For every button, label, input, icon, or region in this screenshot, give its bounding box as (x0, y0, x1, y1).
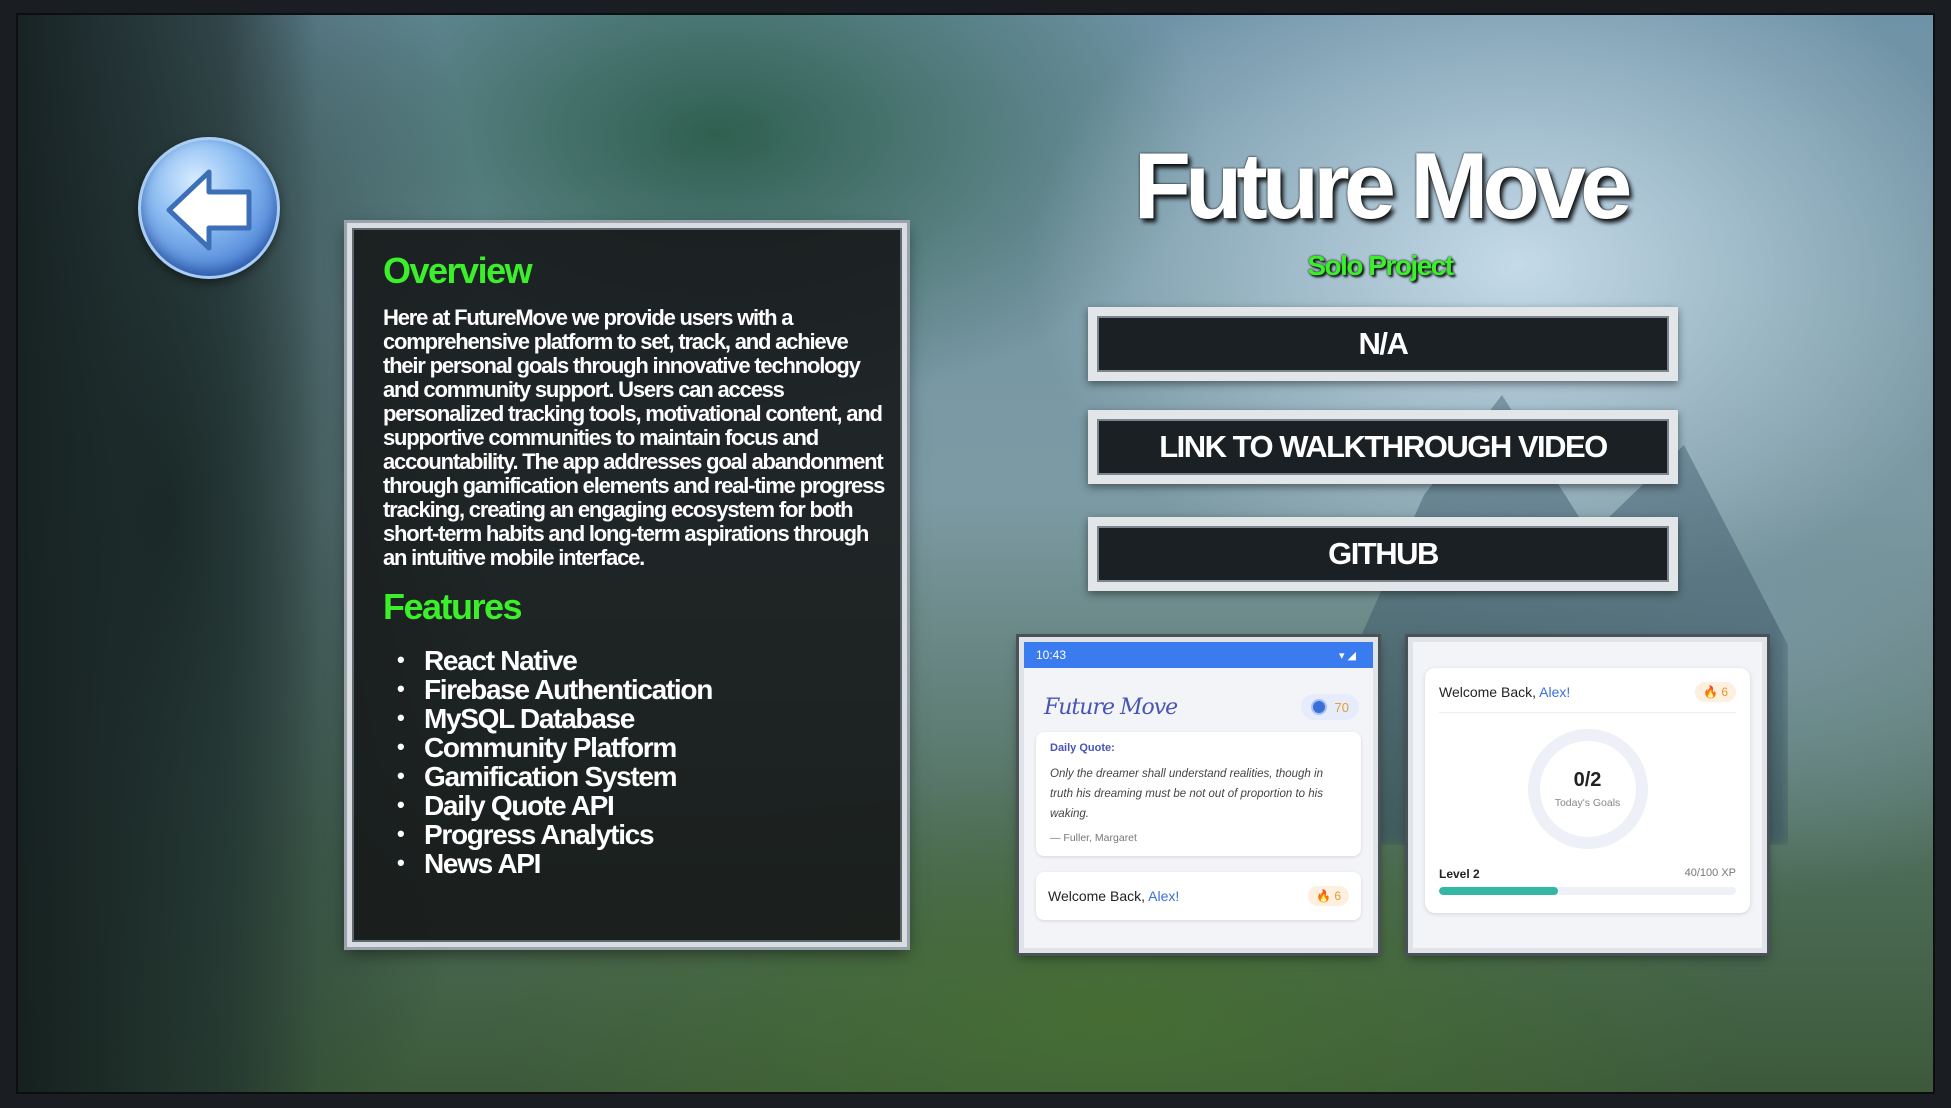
goals-label: Today's Goals (1554, 797, 1621, 809)
coin-icon (1310, 699, 1327, 715)
welcome-name: Alex! (1539, 684, 1571, 700)
status-time: 10:43 (1036, 648, 1067, 662)
project-info-panel: Overview Here at FutureMove we provide u… (344, 220, 910, 950)
feature-item: Firebase Authentication (397, 675, 882, 704)
progress-card-header: Welcome Back, Alex! 🔥 6 (1439, 682, 1736, 713)
quote-text: Only the dreamer shall understand realit… (1050, 768, 1323, 820)
streak-value: 6 (1721, 685, 1728, 699)
xp-text: 40/100 XP (1684, 867, 1736, 879)
streak-badge: 🔥 6 (1308, 886, 1349, 906)
points-badge: 70 (1300, 694, 1359, 720)
progress-card: Welcome Back, Alex! 🔥 6 0/2 Today's Goal… (1425, 668, 1750, 913)
xp-progress-fill (1439, 887, 1558, 895)
feature-item: Gamification System (397, 762, 882, 791)
feature-item: Community Platform (397, 733, 882, 762)
streak-value: 6 (1334, 889, 1341, 903)
daily-quote-card: Daily Quote: Only the dreamer shall unde… (1036, 732, 1361, 856)
feature-item: Progress Analytics (397, 820, 882, 849)
welcome-text: Welcome Back, Alex! (1439, 684, 1570, 700)
na-link-button[interactable]: N/A (1088, 307, 1678, 381)
feature-list: React Native Firebase Authentication MyS… (383, 646, 882, 878)
streak-badge: 🔥 6 (1695, 682, 1736, 702)
github-button[interactable]: GITHUB (1088, 517, 1678, 591)
overview-heading: Overview (383, 250, 533, 291)
app-logo: Future Move (1044, 694, 1178, 720)
points-value: 70 (1334, 699, 1349, 715)
walkthrough-video-button[interactable]: LINK TO WALKTHROUGH VIDEO (1088, 410, 1678, 484)
status-icons: ▾◢ (1339, 649, 1359, 662)
app-screenshot-home[interactable]: 10:43 ▾◢ Future Move 70 Daily Quote: Onl… (1016, 634, 1381, 956)
welcome-text: Welcome Back, Alex! (1048, 888, 1179, 904)
welcome-prefix: Welcome Back, (1439, 684, 1540, 700)
feature-item: MySQL Database (397, 704, 882, 733)
welcome-card: Welcome Back, Alex! 🔥 6 (1036, 872, 1361, 920)
overview-text: Here at FutureMove we provide users with… (383, 305, 885, 570)
welcome-prefix: Welcome Back, (1048, 888, 1149, 904)
level-row: Level 2 40/100 XP (1439, 867, 1736, 881)
feature-item: News API (397, 849, 882, 878)
feature-item: React Native (397, 646, 882, 675)
left-arrow-icon (166, 169, 252, 251)
level-label: Level 2 (1439, 867, 1480, 881)
phone-status-bar: 10:43 ▾◢ (1024, 642, 1373, 668)
app-screenshot-progress[interactable]: Welcome Back, Alex! 🔥 6 0/2 Today's Goal… (1405, 634, 1770, 956)
xp-progress-bar (1439, 887, 1736, 895)
back-button[interactable] (138, 137, 280, 279)
project-title: Future Move (1133, 133, 1633, 238)
goals-progress-ring: 0/2 Today's Goals (1527, 729, 1648, 849)
quote-author: — Fuller, Margaret (1050, 832, 1137, 844)
goals-value: 0/2 (1573, 769, 1602, 791)
feature-item: Daily Quote API (397, 791, 882, 820)
app-header: Future Move 70 (1024, 668, 1373, 732)
features-heading: Features (383, 586, 523, 627)
welcome-name: Alex! (1148, 888, 1180, 904)
quote-label: Daily Quote: (1050, 742, 1115, 754)
project-subtitle: Solo Project (1307, 250, 1454, 281)
